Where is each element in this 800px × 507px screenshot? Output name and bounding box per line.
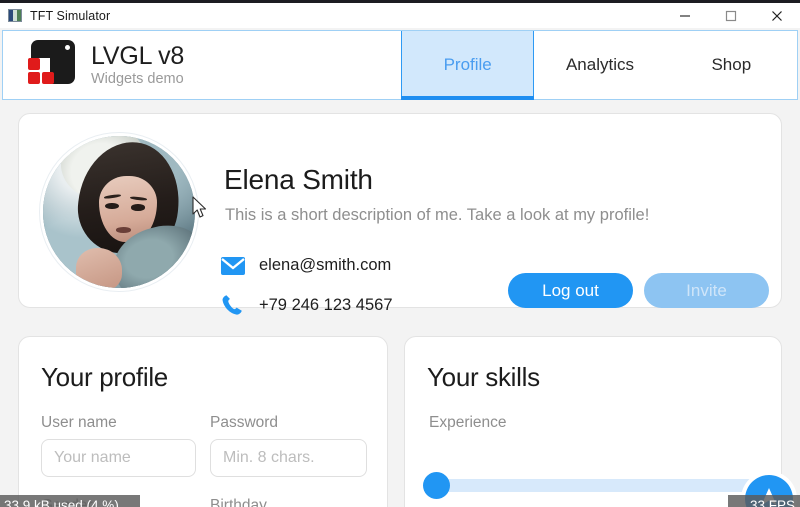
username-label: User name: [41, 414, 117, 431]
username-input[interactable]: [41, 439, 196, 477]
app-icon: [8, 9, 22, 22]
tab-profile[interactable]: Profile: [401, 31, 535, 100]
maximize-button[interactable]: [708, 3, 754, 28]
profile-card: Elena Smith This is a short description …: [18, 113, 782, 315]
tabbar: Profile Analytics Shop: [401, 31, 797, 100]
avatar: [43, 136, 195, 288]
tab-shop[interactable]: Shop: [665, 31, 797, 99]
brand-subtitle: Widgets demo: [91, 71, 184, 88]
experience-label: Experience: [429, 414, 507, 431]
password-label: Password: [210, 414, 279, 431]
phone-row: +79 246 123 4567: [221, 294, 393, 316]
your-profile-title: Your profile: [41, 362, 168, 392]
your-profile-card: Your profile User name Password Gender B…: [18, 336, 388, 507]
performance-monitor: 33 FPS 10% CPU: [728, 495, 800, 507]
brand-block: LVGL v8 Widgets demo: [3, 31, 401, 99]
phone-icon: [221, 294, 255, 316]
experience-slider-knob[interactable]: [423, 472, 450, 499]
close-button[interactable]: [754, 3, 800, 28]
window-title: TFT Simulator: [30, 8, 111, 23]
brand-title: LVGL v8: [91, 41, 185, 70]
lvgl-viewport: LVGL v8 Widgets demo Profile Analytics S…: [0, 28, 800, 507]
window-controls: [662, 3, 800, 28]
your-skills-card: Your skills Experience Hard-working Team…: [404, 336, 782, 507]
window-titlebar: TFT Simulator: [0, 3, 800, 28]
memory-monitor: 33.9 kB used (4 %) 1% frag.: [0, 495, 140, 507]
birthday-label: Birthday: [210, 497, 267, 507]
email-row: elena@smith.com: [221, 256, 391, 275]
envelope-icon: [221, 256, 255, 275]
email-value: elena@smith.com: [259, 256, 392, 274]
lvgl-logo-icon: [23, 40, 75, 90]
app-header: LVGL v8 Widgets demo Profile Analytics S…: [2, 30, 798, 100]
phone-value: +79 246 123 4567: [259, 295, 393, 314]
profile-description: This is a short description of me. Take …: [225, 206, 650, 224]
password-input[interactable]: [210, 439, 367, 477]
tab-analytics[interactable]: Analytics: [534, 31, 666, 99]
brand-text: LVGL v8 Widgets demo: [91, 43, 184, 87]
experience-slider[interactable]: [429, 479, 759, 492]
your-skills-title: Your skills: [427, 362, 540, 392]
logout-button[interactable]: Log out: [508, 273, 633, 308]
invite-button[interactable]: Invite: [644, 273, 769, 308]
profile-name: Elena Smith: [224, 164, 373, 195]
minimize-button[interactable]: [662, 3, 708, 28]
